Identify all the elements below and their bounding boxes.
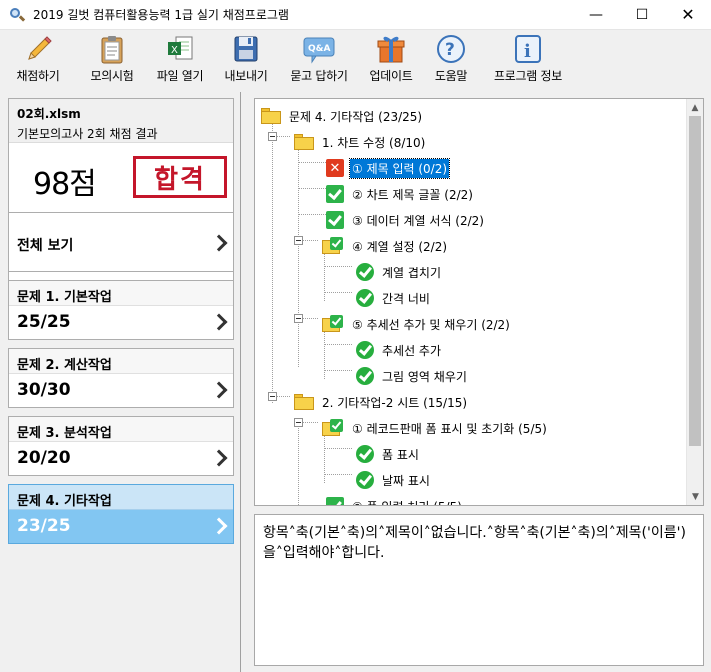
left-panel: 02회.xlsm 기본모의고사 2회 채점 결과 98점 합격 전체 보기 문제… <box>0 92 241 672</box>
maximize-button[interactable]: ☐ <box>619 0 665 30</box>
tree-node-group[interactable]: ④ 계열 설정 (2/2) <box>322 234 449 258</box>
qna-bubble-icon: Q&A <box>302 33 336 65</box>
open-file-button[interactable]: X 파일 열기 <box>150 30 210 86</box>
help-button[interactable]: ? 도움말 <box>428 30 474 86</box>
scroll-up-icon[interactable]: ▲ <box>687 99 703 116</box>
tree-node-sheet[interactable]: 2. 기타작업-2 시트 (15/15) <box>294 390 469 414</box>
folder-icon <box>294 134 314 150</box>
collapse-toggle[interactable] <box>268 132 277 141</box>
tree-node-chart[interactable]: 1. 차트 수정 (8/10) <box>294 130 427 154</box>
tree-node-leaf[interactable]: 추세선 추가 <box>356 338 443 362</box>
grade-button[interactable]: 채점하기 <box>10 30 66 86</box>
x-mark-icon: ✕ <box>326 159 344 177</box>
export-button[interactable]: 내보내기 <box>220 30 272 86</box>
check-icon <box>326 185 344 203</box>
collapse-toggle[interactable] <box>294 236 303 245</box>
tree-node-item[interactable]: ② 폼 입력 처리 (5/5) <box>326 494 464 505</box>
tree-node-leaf[interactable]: 계열 겹치기 <box>356 260 443 284</box>
title-bar: 2019 길벗 컴퓨터활용능력 1급 실기 채점프로그램 — ☐ ✕ <box>0 0 711 30</box>
program-info-button[interactable]: i 프로그램 정보 <box>486 30 570 86</box>
magnifier-app-icon <box>9 7 26 23</box>
problem-card-3[interactable]: 문제 3. 분석작업 20/20 <box>8 416 234 476</box>
pass-stamp: 합격 <box>133 156 227 198</box>
check-icon <box>326 497 344 505</box>
result-subtitle: 기본모의고사 2회 채점 결과 <box>9 121 233 143</box>
tree-scrollbar[interactable]: ▲ ▼ <box>686 99 703 505</box>
collapse-toggle[interactable] <box>268 392 277 401</box>
grading-tree[interactable]: 문제 4. 기타작업 (23/25) 1. 차트 수정 (8/10) ✕ ① 제… <box>254 98 704 506</box>
tree-node-leaf[interactable]: 폼 표시 <box>356 442 421 466</box>
tree-node-leaf[interactable]: 그림 영역 채우기 <box>356 364 469 388</box>
tree-node-leaf[interactable]: 날짜 표시 <box>356 468 432 492</box>
toolbar: 채점하기 모의시험 X 파일 열기 내보내기 Q&A 묻고 답하기 업데이트 ? <box>0 30 711 86</box>
check-circle-icon <box>356 367 374 385</box>
info-icon: i <box>511 33 545 65</box>
folder-icon <box>294 394 314 410</box>
update-button[interactable]: 업데이트 <box>362 30 420 86</box>
tree-node-group[interactable]: ⑤ 추세선 추가 및 채우기 (2/2) <box>322 312 512 336</box>
tree-node-item[interactable]: ② 차트 제목 글꼴 (2/2) <box>326 182 475 206</box>
folder-check-icon <box>322 237 344 255</box>
collapse-toggle[interactable] <box>294 314 303 323</box>
folder-icon <box>261 108 281 124</box>
folder-check-icon <box>322 315 344 333</box>
mock-exam-button[interactable]: 모의시험 <box>86 30 138 86</box>
floppy-disk-icon <box>229 33 263 65</box>
check-circle-icon <box>356 471 374 489</box>
problem-card-2[interactable]: 문제 2. 계산작업 30/30 <box>8 348 234 408</box>
check-icon <box>326 211 344 229</box>
check-circle-icon <box>356 445 374 463</box>
svg-text:Q&A: Q&A <box>308 44 330 54</box>
tree-node-item[interactable]: ③ 데이터 계열 서식 (2/2) <box>326 208 486 232</box>
check-circle-icon <box>356 263 374 281</box>
help-question-icon: ? <box>434 33 468 65</box>
tree-node-leaf[interactable]: 간격 너비 <box>356 286 432 310</box>
scroll-down-icon[interactable]: ▼ <box>687 488 703 505</box>
collapse-toggle[interactable] <box>294 418 303 427</box>
tree-node-problem4[interactable]: 문제 4. 기타작업 (23/25) <box>261 104 424 128</box>
minimize-button[interactable]: — <box>573 0 619 30</box>
close-button[interactable]: ✕ <box>665 0 711 30</box>
qna-button[interactable]: Q&A 묻고 답하기 <box>282 30 356 86</box>
check-circle-icon <box>356 289 374 307</box>
file-name: 02회.xlsm <box>9 99 233 121</box>
right-panel: 문제 4. 기타작업 (23/25) 1. 차트 수정 (8/10) ✕ ① 제… <box>242 92 711 672</box>
svg-text:X: X <box>171 45 178 56</box>
total-score: 98점 <box>33 167 97 202</box>
gift-box-icon <box>374 33 408 65</box>
tree-node-group[interactable]: ① 레코드판매 폼 표시 및 초기화 (5/5) <box>322 416 549 440</box>
svg-text:?: ? <box>445 40 455 60</box>
view-all-card[interactable]: 전체 보기 <box>8 212 234 272</box>
excel-file-icon: X <box>163 33 197 65</box>
problem-card-4[interactable]: 문제 4. 기타작업 23/25 <box>8 484 234 544</box>
problem-card-1[interactable]: 문제 1. 기본작업 25/25 <box>8 280 234 340</box>
scroll-thumb[interactable] <box>689 116 701 446</box>
folder-check-icon <box>322 419 344 437</box>
pencil-icon <box>21 33 55 65</box>
detail-message: 항목˄축(기본˄축)의˄제목이˄없습니다.˄항목˄축(기본˄축)의˄제목('이름… <box>254 514 704 666</box>
check-circle-icon <box>356 341 374 359</box>
clipboard-icon <box>95 33 129 65</box>
window-title: 2019 길벗 컴퓨터활용능력 1급 실기 채점프로그램 <box>33 8 289 22</box>
tree-node-item[interactable]: ✕ ① 제목 입력 (0/2) <box>326 156 451 180</box>
svg-text:i: i <box>524 41 531 62</box>
